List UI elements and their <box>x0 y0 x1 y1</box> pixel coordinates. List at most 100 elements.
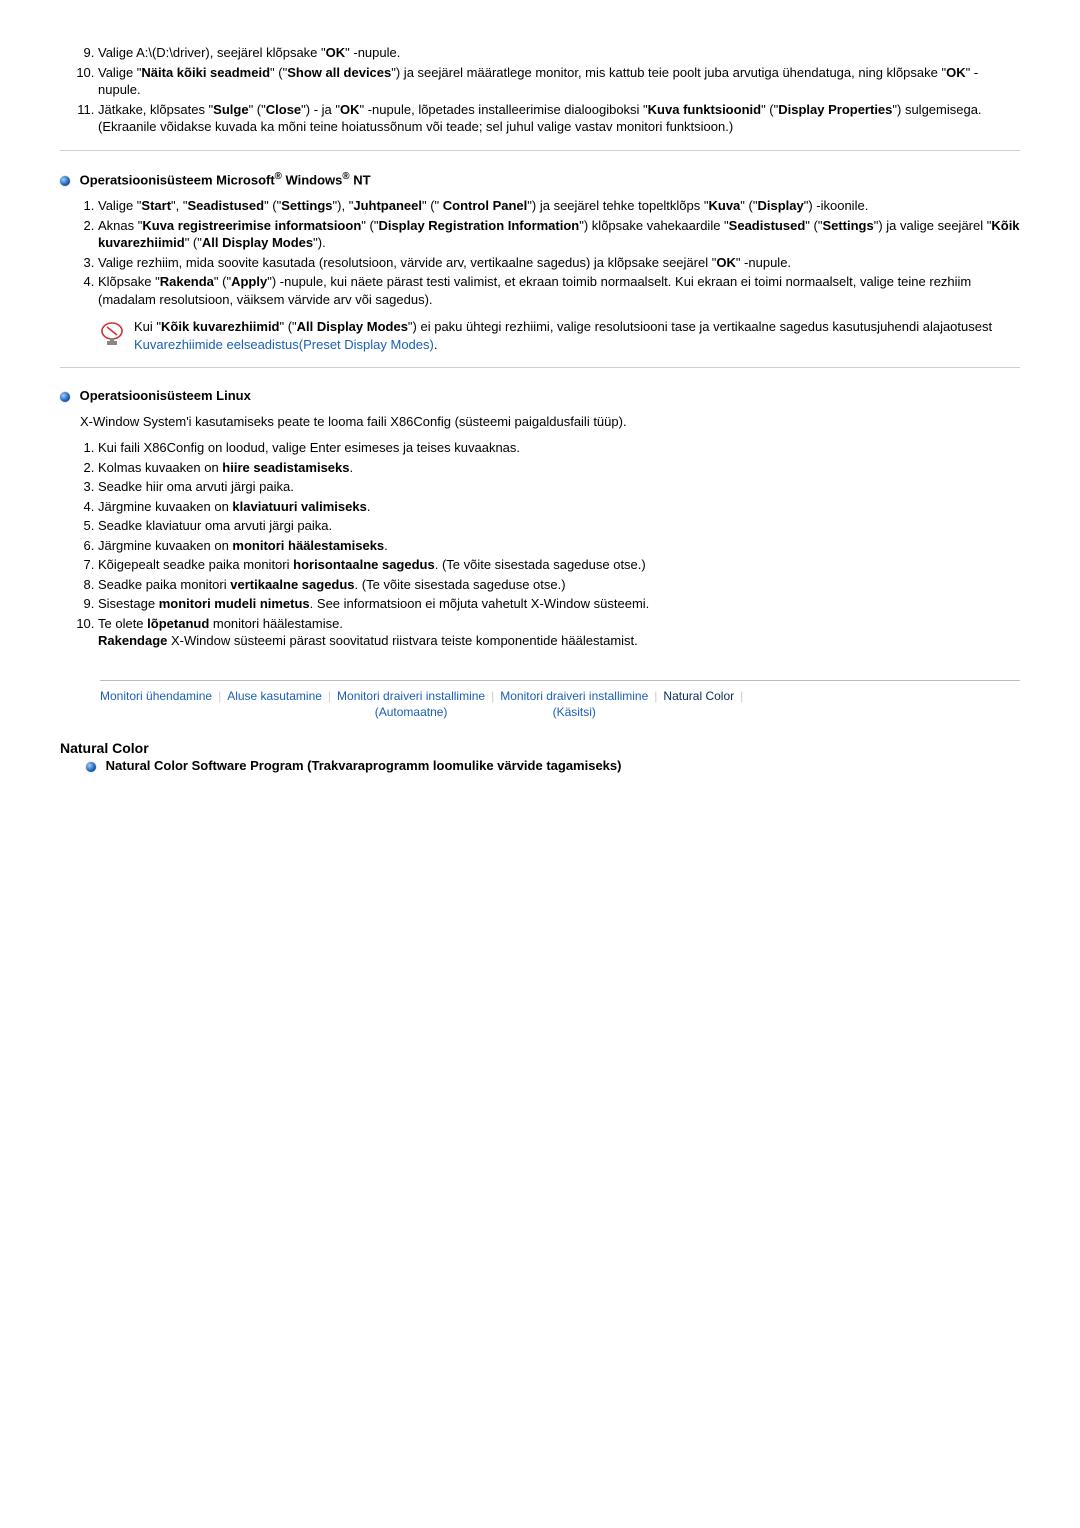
text: " (" <box>270 65 287 80</box>
bold: Close <box>266 102 301 117</box>
text: ") ei paku ühtegi rezhiimi, valige resol… <box>408 319 992 334</box>
text: Natural Color Software Program (Trakvara… <box>106 758 622 773</box>
text: " (" <box>264 198 281 213</box>
note-row: Kui "Kõik kuvarezhiimid" ("All Display M… <box>98 318 1020 353</box>
list-item: Klõpsake "Rakenda" ("Apply") -nupule, ku… <box>98 273 1020 308</box>
bold: OK <box>716 255 736 270</box>
text: ", " <box>171 198 187 213</box>
nav-driver-manual[interactable]: Monitori draiveri installimine (Käsitsi) <box>500 689 648 720</box>
bold: Kuva <box>709 198 741 213</box>
win-install-continued-list: Valige A:\(D:\driver), seejärel klõpsake… <box>60 44 1020 136</box>
bold: Juhtpaneel <box>353 198 422 213</box>
text: "). <box>313 235 326 250</box>
list-item: Valige "Start", "Seadistused" ("Settings… <box>98 197 1020 215</box>
text: Kõigepealt seadke paika monitori <box>98 557 293 572</box>
windows-nt-list: Valige "Start", "Seadistused" ("Settings… <box>60 197 1020 308</box>
text: . (Te võite sisestada sageduse otse.) <box>355 577 566 592</box>
bold: hiire seadistamiseks <box>222 460 349 475</box>
bold: Display Properties <box>778 102 892 117</box>
list-item: Valige "Näita kõiki seadmeid" ("Show all… <box>98 64 1020 99</box>
list-item: Kui faili X86Config on loodud, valige En… <box>98 439 1020 457</box>
bold: All Display Modes <box>202 235 313 250</box>
list-item: Järgmine kuvaaken on monitori häälestami… <box>98 537 1020 555</box>
list-item: Seadke hiir oma arvuti järgi paika. <box>98 478 1020 496</box>
bold: OK <box>326 45 346 60</box>
linux-list: Kui faili X86Config on loodud, valige En… <box>60 439 1020 650</box>
list-item: Kõigepealt seadke paika monitori horison… <box>98 556 1020 574</box>
text: " (" <box>761 102 778 117</box>
text: " (" <box>249 102 266 117</box>
list-item: Sisestage monitori mudeli nimetus. See i… <box>98 595 1020 613</box>
note-text: Kui "Kõik kuvarezhiimid" ("All Display M… <box>134 318 1020 353</box>
text: Seadke hiir oma arvuti järgi paika. <box>98 479 294 494</box>
text: Monitori draiveri installimine <box>337 689 485 703</box>
list-item: Te olete lõpetanud monitori häälestamise… <box>98 615 1020 650</box>
list-item: Seadke klaviatuur oma arvuti järgi paika… <box>98 517 1020 535</box>
heading-windows-nt: Operatsioonisüsteem Microsoft® Windows® … <box>60 171 1020 187</box>
text: Monitori draiveri installimine <box>500 689 648 703</box>
bold: Display Registration Information <box>378 218 579 233</box>
text: " (" <box>740 198 757 213</box>
bold: Show all devices <box>287 65 391 80</box>
text: ") ja seejärel tehke topeltklõps " <box>527 198 708 213</box>
text: Valige " <box>98 65 141 80</box>
bold: Sulge <box>213 102 248 117</box>
text: ") klõpsake vahekaardile " <box>579 218 728 233</box>
list-item: Seadke paika monitori vertikaalne sagedu… <box>98 576 1020 594</box>
text: "), " <box>333 198 354 213</box>
bold: Start <box>141 198 171 213</box>
bold: Näita kõiki seadmeid <box>141 65 270 80</box>
bold: monitori häälestamiseks <box>232 538 384 553</box>
divider <box>60 367 1020 368</box>
text: Aknas " <box>98 218 142 233</box>
bold: OK <box>946 65 966 80</box>
text: Windows <box>282 172 343 187</box>
text: Kui faili X86Config on loodud, valige En… <box>98 440 520 455</box>
bold: vertikaalne sagedus <box>230 577 354 592</box>
nav-sep: | <box>740 689 743 703</box>
reg-symbol: ® <box>342 171 349 182</box>
text: Järgmine kuvaaken on <box>98 499 232 514</box>
nav-sep: | <box>328 689 331 703</box>
text: Sisestage <box>98 596 159 611</box>
text: monitori häälestamise. <box>209 616 343 631</box>
bold: Kuva funktsioonid <box>648 102 761 117</box>
text: Operatsioonisüsteem Linux <box>80 388 251 403</box>
divider <box>60 150 1020 151</box>
bold: Kõik kuvarezhiimid <box>161 319 279 334</box>
text: ") ja valige seejärel " <box>874 218 992 233</box>
text: Järgmine kuvaaken on <box>98 538 232 553</box>
bold: horisontaalne sagedus <box>293 557 435 572</box>
nav-stand-usage[interactable]: Aluse kasutamine <box>227 689 322 705</box>
nav-driver-auto[interactable]: Monitori draiveri installimine (Automaat… <box>337 689 485 720</box>
text: X-Window süsteemi pärast soovitatud riis… <box>167 633 637 648</box>
bold: monitori mudeli nimetus <box>159 596 310 611</box>
list-item: Valige rezhiim, mida soovite kasutada (r… <box>98 254 1020 272</box>
text: " (" <box>185 235 202 250</box>
text: " -nupule, lõpetades installeerimise dia… <box>360 102 648 117</box>
nav-monitor-connect[interactable]: Monitori ühendamine <box>100 689 212 705</box>
text: " (" <box>214 274 231 289</box>
bold: OK <box>340 102 360 117</box>
text: Kolmas kuvaaken on <box>98 460 222 475</box>
list-item: Kolmas kuvaaken on hiire seadistamiseks. <box>98 459 1020 477</box>
text: (Automaatne) <box>375 705 448 719</box>
text: " (" <box>361 218 378 233</box>
text: Jätkake, klõpsates " <box>98 102 213 117</box>
text: . <box>350 460 354 475</box>
bold: Settings <box>281 198 332 213</box>
list-item: Aknas "Kuva registreerimise informatsioo… <box>98 217 1020 252</box>
bullet-icon <box>86 762 96 772</box>
nav-natural-color[interactable]: Natural Color <box>663 689 734 705</box>
heading-linux: Operatsioonisüsteem Linux <box>60 388 1020 403</box>
bold: klaviatuuri valimiseks <box>232 499 366 514</box>
text: Valige " <box>98 198 141 213</box>
text: Kui " <box>134 319 161 334</box>
text: ") ja seejärel määratlege monitor, mis k… <box>391 65 946 80</box>
list-item: Jätkake, klõpsates "Sulge" ("Close") - j… <box>98 101 1020 136</box>
link-preset-modes[interactable]: Kuvarezhiimide eelseadistus(Preset Displ… <box>134 337 434 352</box>
note-icon <box>98 320 126 348</box>
text: Te olete <box>98 616 147 631</box>
bold: Kuva registreerimise informatsioon <box>142 218 361 233</box>
heading-natural-color: Natural Color <box>60 740 1020 756</box>
